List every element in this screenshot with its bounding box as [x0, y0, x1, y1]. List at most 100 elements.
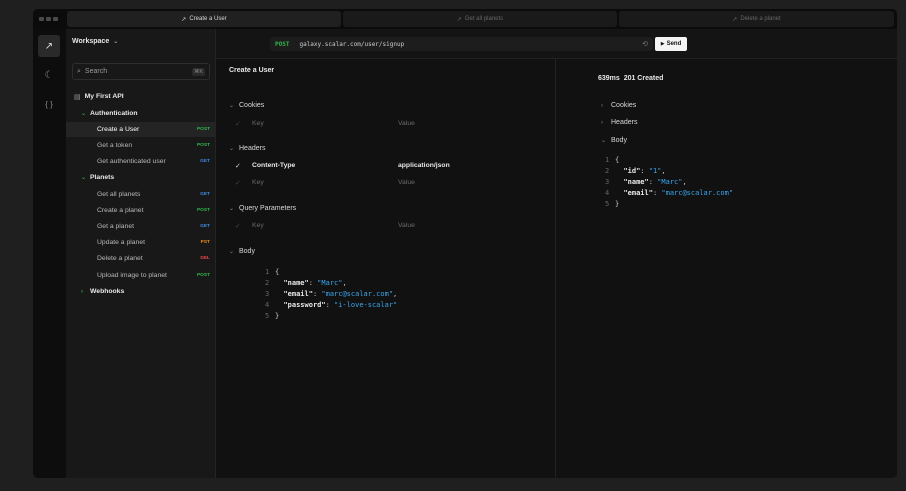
key-input[interactable]: Key: [252, 179, 264, 186]
code-line: 4 "password": "i-love-scalar": [265, 301, 398, 309]
sidebar-item-create-a-planet[interactable]: Create a planet POST: [66, 203, 216, 218]
chevron-down-icon: ⌄: [601, 138, 607, 144]
history-icon[interactable]: ⟲: [642, 40, 648, 48]
workspace-selector[interactable]: Workspace ⌄: [72, 38, 118, 45]
method-badge: POST: [196, 208, 210, 213]
sidebar-item-get-a-token[interactable]: Get a token POST: [66, 138, 216, 153]
chevron-down-icon: ⌄: [229, 146, 235, 152]
response-body-viewer: 1{ 2 "id": "1", 3 "name": "Marc", 4 "ema…: [605, 155, 733, 210]
request-address-bar: POST galaxy.scalar.com/user/signup ⟲ ▶ S…: [216, 29, 897, 59]
window-menu-dots[interactable]: [39, 17, 58, 21]
moon-icon[interactable]: ☾: [38, 64, 60, 86]
search-shortcut: ⌘K: [191, 67, 205, 76]
code-line: 5}: [265, 312, 280, 320]
left-rail: ↗ ☾ { }: [33, 29, 66, 478]
sidebar-folder-authentication[interactable]: ⌄ Authentication: [66, 106, 216, 121]
sidebar-item-create-a-user[interactable]: Create a User POST: [66, 122, 216, 137]
tab-get-all-planets[interactable]: ↗ Get all planets: [343, 11, 617, 27]
checkbox[interactable]: ✓: [235, 162, 241, 170]
sidebar-folder-planets[interactable]: ⌄ Planets: [66, 170, 216, 185]
query-section-toggle[interactable]: ⌄ Query Parameters: [229, 205, 296, 212]
chevron-down-icon: ⌄: [81, 111, 87, 117]
cookies-section-toggle[interactable]: ⌄ Cookies: [229, 102, 264, 109]
search-icon: ⌕: [77, 67, 81, 75]
search-input[interactable]: ⌕ Search ⌘K: [72, 63, 210, 80]
braces-icon[interactable]: { }: [38, 93, 60, 115]
cookie-row: ✓ Key Value: [235, 120, 535, 136]
sidebar-item-get-authenticated-user[interactable]: Get authenticated user GET: [66, 154, 216, 169]
response-headers-toggle[interactable]: › Headers: [601, 119, 637, 126]
sidebar-item-get-all-planets[interactable]: Get all planets GET: [66, 187, 216, 202]
response-cookies-toggle[interactable]: › Cookies: [601, 102, 636, 109]
sidebar-folder-webhooks[interactable]: › Webhooks: [66, 284, 216, 299]
value-input[interactable]: Value: [398, 179, 415, 186]
method-badge: POST: [196, 143, 210, 148]
send-button[interactable]: ▶ Send: [655, 37, 687, 51]
checkbox[interactable]: ✓: [235, 222, 241, 230]
response-pane: 639ms 201 Created › Cookies › Headers ⌄ …: [556, 59, 897, 478]
header-row-empty: ✓ Key Value: [235, 179, 535, 195]
status-code: 201 Created: [623, 75, 664, 82]
response-status: 639ms 201 Created: [598, 75, 663, 82]
collection-icon: ▤: [74, 93, 81, 101]
sidebar: Workspace ⌄ ⌕ Search ⌘K ▤ My First API ⌄…: [66, 29, 216, 478]
response-time: 639ms: [598, 75, 620, 82]
chevron-down-icon: ⌄: [81, 175, 87, 181]
sidebar-item-delete-a-planet[interactable]: Delete a planet DEL: [66, 251, 216, 266]
response-body-toggle[interactable]: ⌄ Body: [601, 137, 627, 144]
sidebar-item-update-a-planet[interactable]: Update a planet PST: [66, 235, 216, 250]
chevron-down-icon: ⌄: [113, 39, 119, 45]
method-badge: PST: [200, 240, 210, 245]
request-pane: Create a User ⌄ Cookies ✓ Key Value ⌄ He…: [216, 59, 556, 478]
code-line: 1{: [605, 156, 620, 164]
chevron-right-icon: ›: [601, 102, 603, 109]
code-line: 5}: [605, 200, 620, 208]
method-badge: POST: [196, 273, 210, 278]
headers-section-toggle[interactable]: ⌄ Headers: [229, 145, 265, 152]
query-row: ✓ Key Value: [235, 222, 535, 238]
header-row: ✓ Content-Type application/json: [235, 162, 535, 178]
key-input[interactable]: Key: [252, 222, 264, 229]
play-icon: ▶: [660, 41, 665, 47]
method-badge: POST: [196, 127, 210, 132]
checkbox[interactable]: ✓: [235, 179, 241, 187]
tab-create-a-user[interactable]: ↗ Create a User: [67, 11, 341, 27]
collection-my-first-api[interactable]: ▤ My First API: [66, 89, 216, 104]
body-section-toggle[interactable]: ⌄ Body: [229, 248, 255, 255]
chevron-right-icon: ›: [81, 288, 83, 295]
method-selector[interactable]: POST: [275, 41, 289, 48]
method-badge: GET: [200, 159, 210, 164]
arrow-up-right-icon: ↗: [732, 16, 738, 23]
code-line: 1{: [265, 268, 280, 276]
arrow-up-right-icon: ↗: [456, 16, 462, 23]
header-key[interactable]: Content-Type: [252, 162, 295, 169]
value-input[interactable]: Value: [398, 120, 415, 127]
code-line: 2 "name": "Marc",: [265, 279, 347, 287]
request-body-editor[interactable]: 1{ 2 "name": "Marc", 3 "email": "marc@sc…: [265, 267, 397, 322]
method-badge: DEL: [200, 256, 210, 261]
code-line: 4 "email": "marc@scalar.com": [605, 189, 734, 197]
value-input[interactable]: Value: [398, 222, 415, 229]
code-line: 3 "name": "Marc",: [605, 178, 687, 186]
request-title: Create a User: [229, 67, 275, 74]
sidebar-item-upload-image-to-planet[interactable]: Upload image to planet POST: [66, 268, 216, 283]
tab-delete-a-planet[interactable]: ↗ Delete a planet: [619, 11, 894, 27]
code-line: 3 "email": "marc@scalar.com",: [265, 290, 398, 298]
method-badge: GET: [200, 192, 210, 197]
arrow-up-right-icon[interactable]: ↗: [38, 35, 60, 57]
chevron-down-icon: ⌄: [229, 103, 235, 109]
chevron-down-icon: ⌄: [229, 206, 235, 212]
key-input[interactable]: Key: [252, 120, 264, 127]
app-window: ↗ Create a User ↗ Get all planets ↗ Dele…: [33, 9, 897, 478]
arrow-up-right-icon: ↗: [181, 16, 187, 23]
code-line: 2 "id": "1",: [605, 167, 666, 175]
method-badge: GET: [200, 224, 210, 229]
chevron-right-icon: ›: [601, 119, 603, 126]
url-input[interactable]: POST galaxy.scalar.com/user/signup ⟲: [270, 37, 653, 51]
sidebar-item-get-a-planet[interactable]: Get a planet GET: [66, 219, 216, 234]
url-text: galaxy.scalar.com/user/signup: [299, 40, 405, 48]
chevron-down-icon: ⌄: [229, 249, 235, 255]
header-value[interactable]: application/json: [398, 162, 450, 169]
title-bar: ↗ Create a User ↗ Get all planets ↗ Dele…: [33, 9, 897, 29]
checkbox[interactable]: ✓: [235, 120, 241, 128]
